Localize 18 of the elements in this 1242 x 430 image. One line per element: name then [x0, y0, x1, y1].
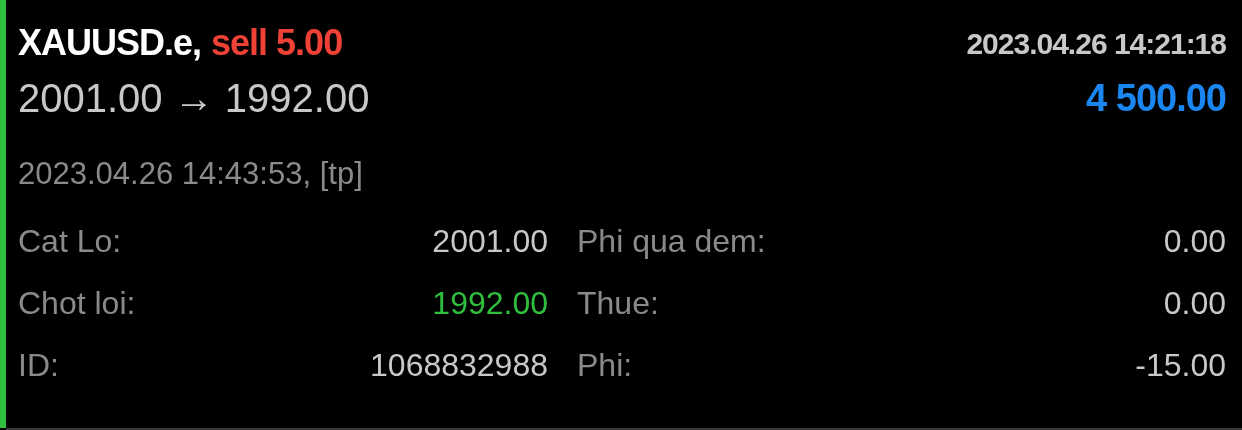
- order-side: sell 5.00: [211, 21, 343, 65]
- detail-label: Thue:: [577, 284, 659, 323]
- price-change: 2001.00 → 1992.00: [18, 75, 370, 122]
- detail-value: 2001.00: [432, 222, 548, 261]
- detail-value: 1992.00: [432, 284, 548, 323]
- detail-value: 1068832988: [370, 346, 548, 385]
- detail-label: Chot loi:: [18, 284, 136, 323]
- detail-label: ID:: [18, 346, 59, 385]
- detail-value: 0.00: [1163, 284, 1226, 323]
- detail-value: -15.00: [1135, 346, 1226, 385]
- detail-label: Cat Lo:: [18, 222, 122, 261]
- symbol: XAUUSD.e,: [18, 21, 202, 65]
- open-time: 2023.04.26 14:21:18: [966, 25, 1226, 62]
- profit: 4 500.00: [1086, 75, 1226, 121]
- close-info: 2023.04.26 14:43:53, [tp]: [18, 154, 363, 193]
- detail-value: 0.00: [1163, 222, 1226, 261]
- detail-label: Phi:: [577, 346, 633, 385]
- detail-label: Phi qua dem:: [577, 222, 766, 261]
